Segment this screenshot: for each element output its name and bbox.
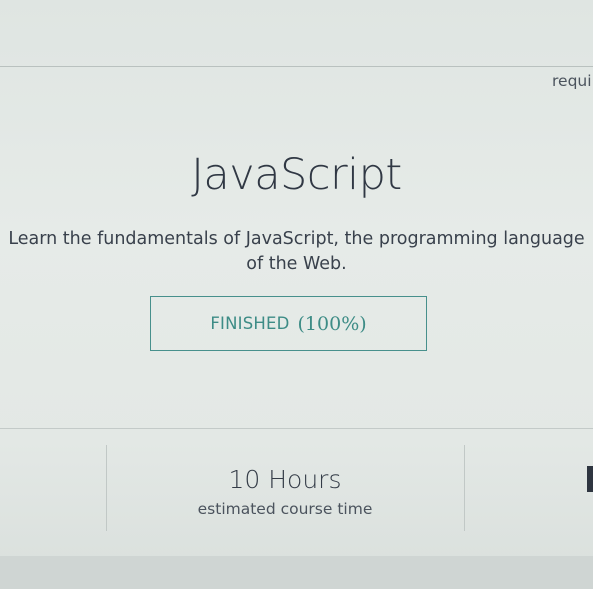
course-page: JavaScript Learn the fundamentals of Jav… [0,0,593,589]
header-divider [0,66,593,67]
stat-course-time: 10 Hours estimated course time [106,465,464,518]
course-status-button[interactable]: FINISHED (100%) [150,296,427,351]
course-title: JavaScript [191,150,402,200]
footer-band [0,556,593,589]
stats-divider [464,445,465,531]
course-description: Learn the fundamentals of JavaScript, th… [8,229,585,274]
stat-requirements-label: requi [552,72,592,90]
course-stats: 10 Hours estimated course time [0,428,593,544]
stat-value: 10 Hours [228,465,342,494]
stat-icon-partial [587,466,593,492]
status-percent: (100%) [297,312,367,335]
status-label: FINISHED [210,314,290,333]
stat-label: estimated course time [197,500,373,518]
